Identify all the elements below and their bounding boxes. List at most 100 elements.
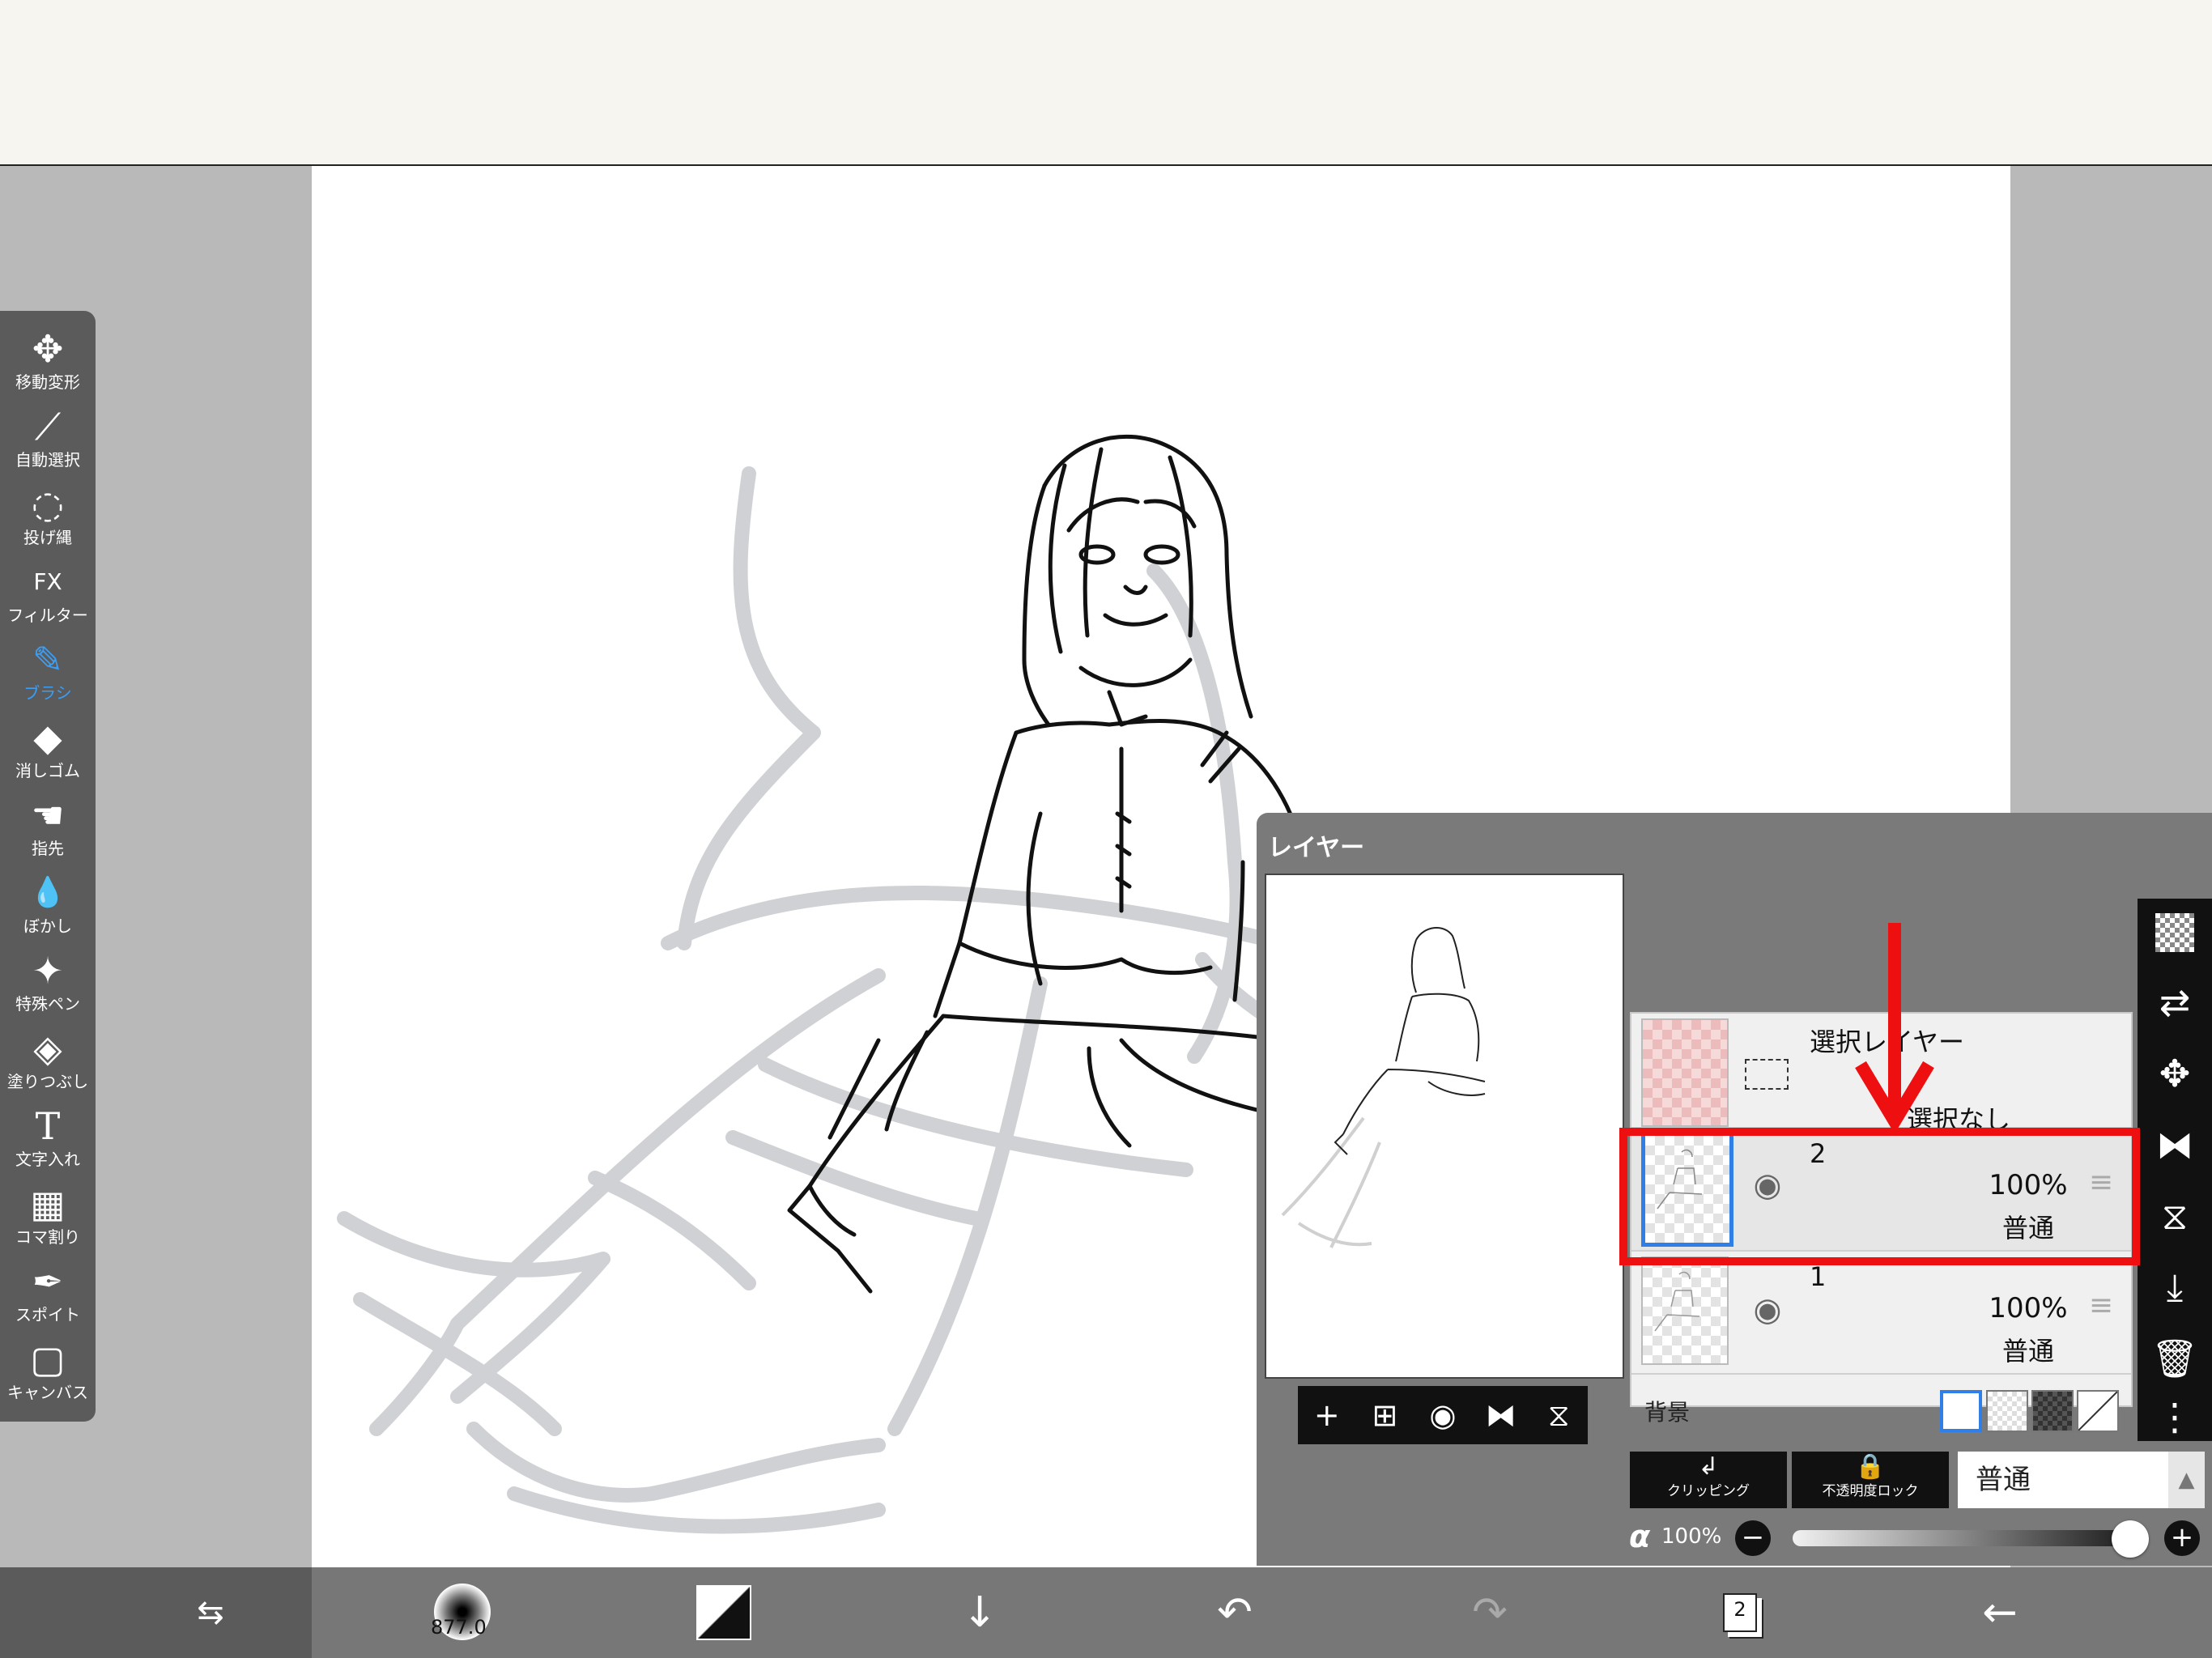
opacity-slider[interactable] — [1793, 1530, 2149, 1546]
flip-horizontal-icon: ⧓ — [2156, 1123, 2193, 1167]
red-down-arrow — [1855, 923, 1934, 1133]
drag-handle-icon[interactable]: ≡ — [2085, 1289, 2117, 1322]
tool-label: 塗りつぶし — [6, 1072, 89, 1091]
tool-eyedropper[interactable]: ✒ スポイト — [0, 1258, 96, 1336]
layer-name: 1 — [1810, 1261, 1827, 1292]
background-dark-swatch[interactable] — [2031, 1390, 2074, 1432]
eyedropper-icon: ✒ — [32, 1260, 64, 1303]
checker-icon — [2155, 913, 2194, 952]
tool-label: 文字入れ — [15, 1150, 80, 1169]
fx-filter-icon: FX — [33, 568, 62, 595]
layer-count: 2 — [1733, 1598, 1746, 1621]
more-vertical-icon: ⋮ — [2156, 1395, 2193, 1439]
tool-label: 自動選択 — [15, 450, 80, 470]
tool-label: スポイト — [15, 1305, 80, 1324]
canvas-icon: ▢ — [30, 1337, 66, 1381]
layer-opacity: 100% — [1989, 1292, 2068, 1324]
tool-palette: ✥ 移動変形 ⟋ 自動選択 ◌ 投げ縄 FX フィルター ✎ ブラシ ◆ 消しゴ… — [0, 311, 96, 1422]
clipping-arrow-icon: ↲ — [1698, 1452, 1719, 1481]
top-status-area — [0, 0, 2212, 166]
tool-label: キャンバス — [7, 1383, 88, 1402]
quick-switch-button[interactable]: ⇆ — [178, 1567, 243, 1658]
eraser-icon: ◆ — [33, 716, 62, 759]
add-special-layer-button[interactable]: ⊞ — [1360, 1386, 1409, 1444]
pen-eraser-switch-icon: ⇆ — [197, 1594, 224, 1631]
undo-button[interactable]: ↶ — [1202, 1567, 1267, 1658]
layer-thumbnail — [1641, 1256, 1729, 1365]
bottom-toolbar: ⇆ ↓ ↶ ↷ 2 ← — [0, 1567, 2212, 1658]
clipping-label: クリッピング — [1667, 1483, 1750, 1499]
blur-drop-icon: 💧 — [29, 876, 66, 909]
tool-brush[interactable]: ✎ ブラシ — [0, 636, 96, 714]
camera-import-button[interactable]: ◉ — [1419, 1386, 1467, 1444]
more-options-button[interactable]: ⋮ — [2138, 1384, 2212, 1449]
color-swatch[interactable] — [696, 1585, 751, 1640]
swap-icon: ⇄ — [2159, 980, 2191, 1024]
opacity-decrease-button[interactable]: − — [1735, 1520, 1771, 1556]
redo-button[interactable]: ↷ — [1457, 1567, 1522, 1658]
tool-eraser[interactable]: ◆ 消しゴム — [0, 714, 96, 792]
opacity-slider-handle[interactable] — [2112, 1520, 2149, 1558]
background-transparent-swatch[interactable] — [1986, 1390, 2028, 1432]
undo-icon: ↶ — [1217, 1588, 1253, 1637]
tool-canvas[interactable]: ▢ キャンバス — [0, 1336, 96, 1414]
flip-vertical-button[interactable]: ⧖ — [1534, 1386, 1583, 1444]
arrow-left-icon: ← — [1982, 1588, 2018, 1637]
special-pen-icon: ✦ — [32, 949, 64, 993]
tool-label: 消しゴム — [15, 761, 80, 780]
merge-down-icon: ⤓ — [2166, 1265, 2184, 1309]
magic-wand-icon: ⟋ — [34, 405, 62, 449]
flip-vertical-icon: ⧖ — [2161, 1194, 2189, 1238]
tool-fill[interactable]: ◈ 塗りつぶし — [0, 1025, 96, 1103]
merge-down-button[interactable]: ⤓ — [2138, 1255, 2212, 1320]
layers-button[interactable]: 2 — [1723, 1593, 1757, 1632]
move-transform-icon: ✥ — [32, 327, 64, 371]
background-white-swatch[interactable] — [1940, 1390, 1982, 1432]
tool-blur[interactable]: 💧 ぼかし — [0, 869, 96, 947]
tool-text[interactable]: T 文字入れ — [0, 1103, 96, 1180]
clipping-button[interactable]: ↲ クリッピング — [1630, 1452, 1787, 1508]
opacity-increase-button[interactable]: + — [2164, 1520, 2200, 1556]
background-label: 背景 — [1644, 1399, 1691, 1426]
tool-label: コマ割り — [15, 1227, 80, 1247]
add-layer-button[interactable]: + — [1303, 1386, 1351, 1444]
delete-layer-button[interactable]: 🗑 — [2138, 1326, 2212, 1391]
layer-swap-button[interactable]: ⇄ — [2138, 970, 2212, 1035]
tool-label: ブラシ — [23, 683, 72, 703]
back-button[interactable]: ← — [1967, 1567, 2032, 1658]
chevron-up-icon[interactable]: ▲ — [2168, 1452, 2205, 1508]
tool-auto-select[interactable]: ⟋ 自動選択 — [0, 403, 96, 481]
blend-mode-select[interactable]: 普通 — [1958, 1452, 2168, 1508]
preview-drawing — [1281, 927, 1486, 1248]
tool-label: 指先 — [32, 839, 64, 858]
layer-flip-vertical-button[interactable]: ⧖ — [2138, 1184, 2212, 1248]
tool-special-pen[interactable]: ✦ 特殊ペン — [0, 947, 96, 1025]
eye-icon[interactable]: ◉ — [1743, 1286, 1792, 1334]
layer-flip-horizontal-button[interactable]: ⧓ — [2138, 1112, 2212, 1177]
layer-panel-title: レイヤー — [1268, 834, 1365, 862]
fill-bucket-icon: ◈ — [33, 1027, 62, 1070]
background-none-swatch[interactable] — [2077, 1390, 2119, 1432]
tool-label: 特殊ペン — [15, 994, 80, 1014]
text-icon: T — [35, 1104, 61, 1148]
canvas-preview[interactable] — [1265, 874, 1624, 1379]
brush-icon: ✎ — [32, 638, 64, 682]
tool-label: ぼかし — [23, 916, 72, 936]
tool-lasso[interactable]: ◌ 投げ縄 — [0, 481, 96, 559]
redo-icon: ↷ — [1472, 1588, 1508, 1637]
layer-row[interactable]: ◉ 1 100% 普通 ≡ — [1631, 1252, 2131, 1375]
tool-label: フィルター — [7, 606, 88, 625]
layer-down-button[interactable]: ↓ — [947, 1567, 1012, 1658]
background-row: 背景 — [1630, 1380, 2129, 1441]
tool-filter[interactable]: FX フィルター — [0, 559, 96, 636]
flip-horizontal-button[interactable]: ⧓ — [1477, 1386, 1525, 1444]
tool-finger[interactable]: ☚ 指先 — [0, 792, 96, 869]
layer-move-button[interactable]: ✥ — [2138, 1041, 2212, 1106]
tool-move-transform[interactable]: ✥ 移動変形 — [0, 325, 96, 403]
trash-icon: 🗑 — [2150, 1337, 2199, 1380]
tool-label: 投げ縄 — [23, 528, 72, 547]
alpha-lock-button[interactable]: 🔒 不透明度ロック — [1792, 1452, 1949, 1508]
transparency-checker-button[interactable] — [2138, 899, 2212, 963]
alpha-lock-label: 不透明度ロック — [1822, 1483, 1919, 1499]
tool-frame-divider[interactable]: ▦ コマ割り — [0, 1180, 96, 1258]
